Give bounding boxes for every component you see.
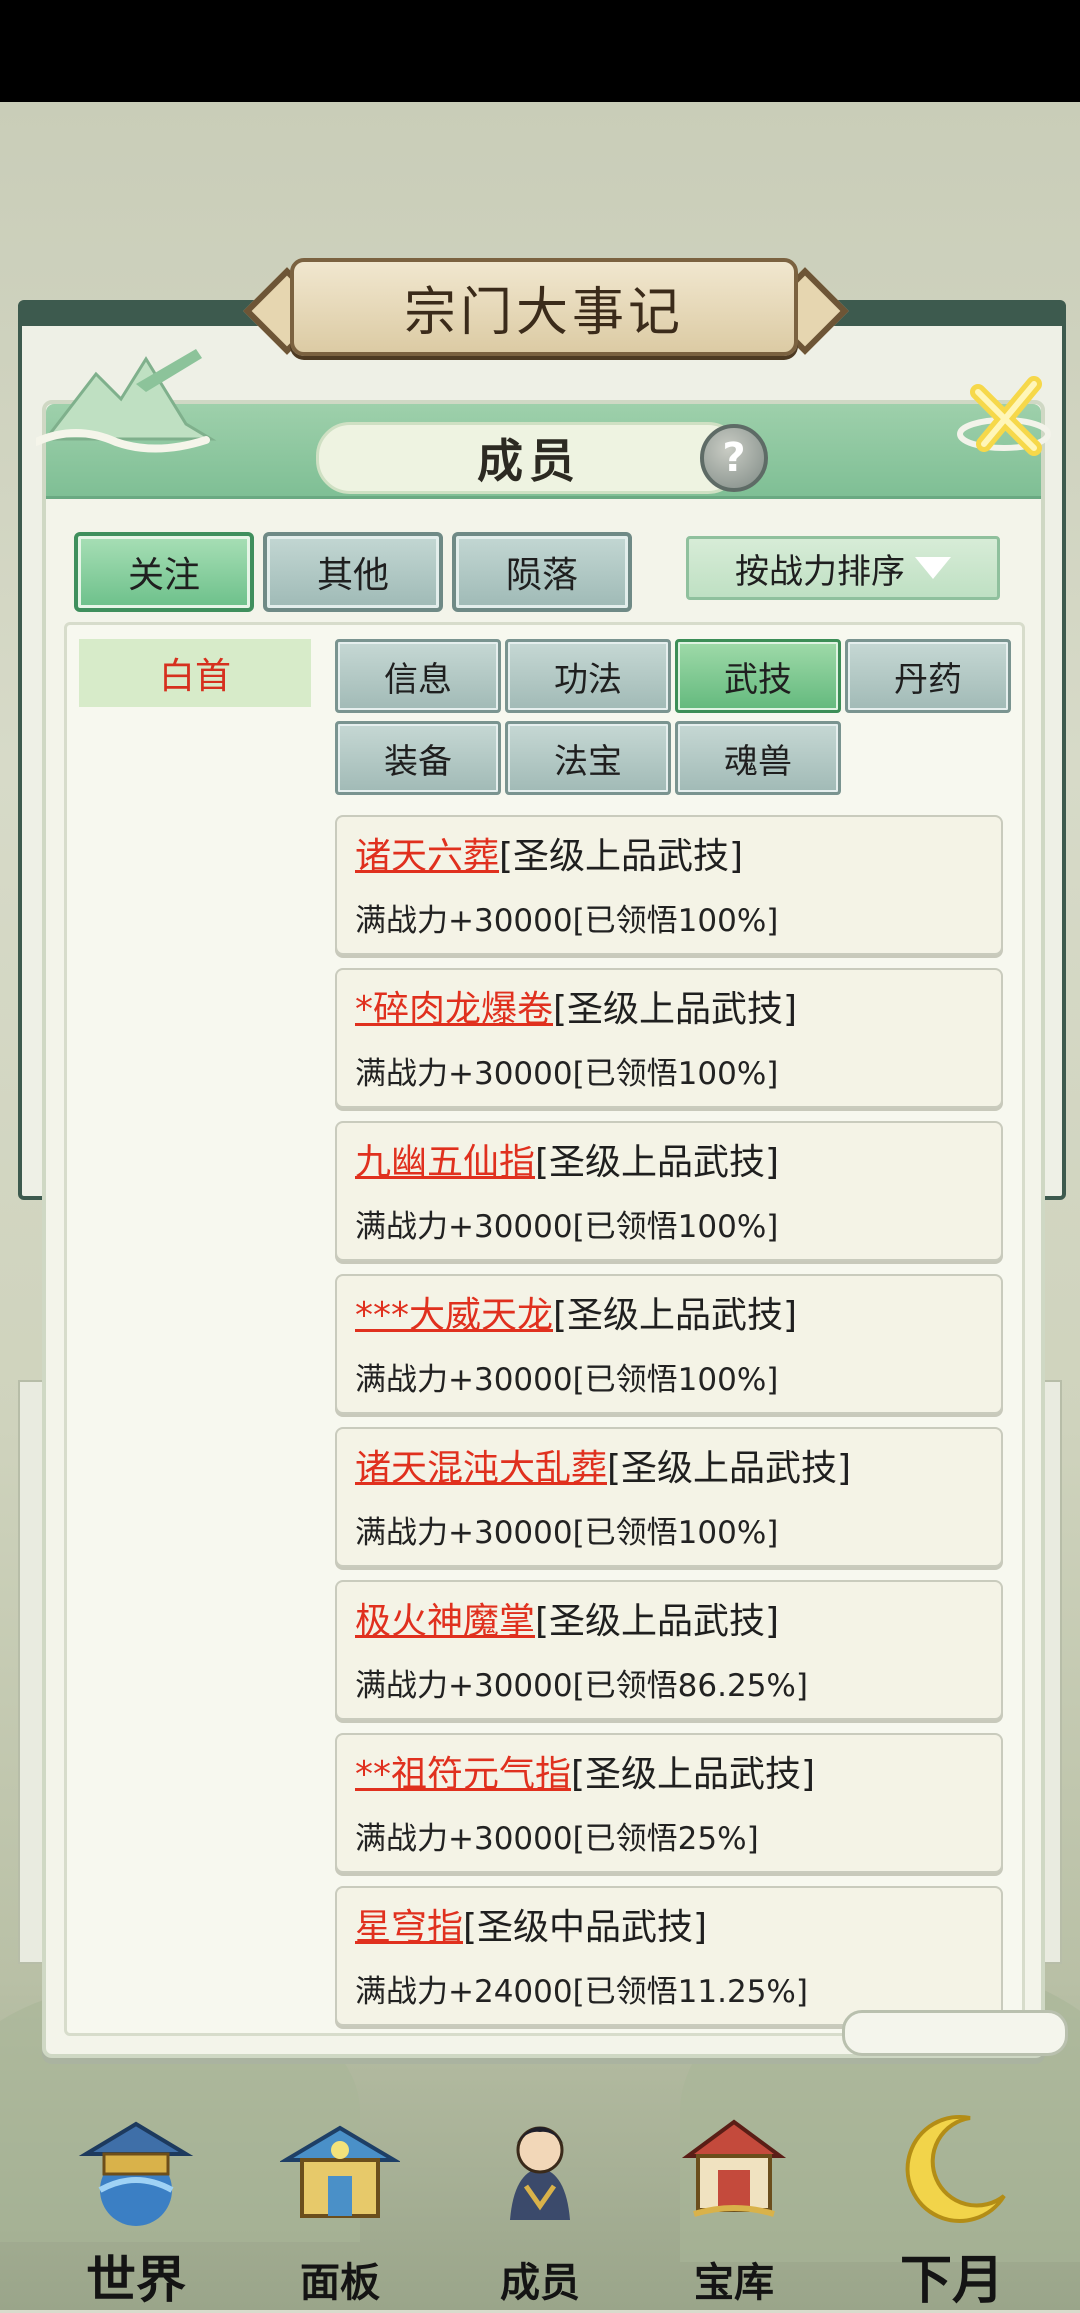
tab-equipment[interactable]: 装备 bbox=[335, 721, 501, 795]
tab-label: 功法 bbox=[554, 659, 622, 700]
tab-label: 丹药 bbox=[894, 659, 962, 700]
skill-card: 诸天混沌大乱葬[圣级上品武技] 满战力+30000[已领悟100%] bbox=[335, 1427, 1003, 1567]
status-bar bbox=[0, 0, 1080, 102]
filter-tab-label: 陨落 bbox=[505, 555, 578, 596]
bottom-nav: 世界 面板 成员 宝库 下月 bbox=[0, 2090, 1080, 2311]
cultivator-icon bbox=[510, 2126, 570, 2220]
skill-grade: [圣级上品武技] bbox=[571, 1754, 816, 1795]
tab-label: 法宝 bbox=[554, 741, 622, 782]
skill-title-line: 诸天混沌大乱葬[圣级上品武技] bbox=[355, 1439, 851, 1491]
tab-martial-skills[interactable]: 武技 bbox=[675, 639, 841, 713]
dropdown-triangle-icon bbox=[915, 557, 951, 579]
filter-tab-others[interactable]: 其他 bbox=[263, 532, 443, 612]
skill-name-link[interactable]: 诸天六葬 bbox=[355, 836, 499, 877]
skill-title-line: ***大威天龙[圣级上品武技] bbox=[355, 1286, 797, 1338]
skill-detail: 满战力+30000[已领悟86.25%] bbox=[355, 1668, 808, 1704]
temple-gate-icon bbox=[280, 2125, 400, 2218]
chronicle-title: 宗门大事记 bbox=[403, 282, 684, 343]
pavilion-globe-icon bbox=[78, 2121, 194, 2226]
sort-dropdown[interactable]: 按战力排序 bbox=[686, 536, 1000, 600]
nav-panel[interactable]: 面板 bbox=[240, 2090, 440, 2310]
skill-title-line: 诸天六葬[圣级上品武技] bbox=[355, 827, 743, 879]
skill-name-link[interactable]: 九幽五仙指 bbox=[355, 1142, 535, 1183]
nav-label: 下月 bbox=[899, 2250, 1004, 2311]
skill-card: 九幽五仙指[圣级上品武技] 满战力+30000[已领悟100%] bbox=[335, 1121, 1003, 1261]
skill-detail: 满战力+30000[已领悟100%] bbox=[355, 1056, 779, 1092]
skill-name-link[interactable]: 星穹指 bbox=[355, 1907, 463, 1948]
nav-label: 面板 bbox=[300, 2259, 380, 2306]
skill-name-link[interactable]: 诸天混沌大乱葬 bbox=[355, 1448, 607, 1489]
nav-treasury[interactable]: 宝库 bbox=[634, 2090, 834, 2310]
treasure-hall-icon bbox=[681, 2119, 787, 2217]
scroll-ornament bbox=[842, 2010, 1068, 2056]
skill-grade: [圣级上品武技] bbox=[553, 1295, 798, 1336]
skill-card: 诸天六葬[圣级上品武技] 满战力+30000[已领悟100%] bbox=[335, 815, 1003, 955]
title-pill: 成员 bbox=[316, 422, 742, 494]
tab-soul-beasts[interactable]: 魂兽 bbox=[675, 721, 841, 795]
nav-members[interactable]: 成员 bbox=[440, 2090, 640, 2310]
skill-grade: [圣级上品武技] bbox=[607, 1448, 852, 1489]
tab-treasures[interactable]: 法宝 bbox=[505, 721, 671, 795]
crescent-moon-icon bbox=[905, 2114, 1006, 2223]
skill-title-line: 九幽五仙指[圣级上品武技] bbox=[355, 1133, 779, 1185]
skill-detail: 满战力+30000[已领悟100%] bbox=[355, 903, 779, 939]
member-detail-panel: 白首 信息 功法 武技 丹药 装备 法宝 魂兽 诸天六葬[圣级上品武技] 满战力… bbox=[64, 622, 1025, 2036]
filter-tab-label: 关注 bbox=[127, 555, 200, 596]
mountain-cloud-icon bbox=[36, 349, 217, 453]
nav-label: 宝库 bbox=[694, 2259, 774, 2306]
sort-label: 按战力排序 bbox=[735, 551, 905, 592]
filter-tab-fallen[interactable]: 陨落 bbox=[452, 532, 632, 612]
skill-title-line: 星穹指[圣级中品武技] bbox=[355, 1898, 707, 1950]
chronicle-banner: 宗门大事记 bbox=[290, 258, 798, 356]
tab-label: 武技 bbox=[724, 659, 792, 700]
skill-card: 星穹指[圣级中品武技] 满战力+24000[已领悟11.25%] bbox=[335, 1886, 1003, 2026]
skill-detail: 满战力+30000[已领悟25%] bbox=[355, 1821, 759, 1857]
members-dialog: 成员 ? 关注 其他 陨落 按战力排序 白首 信息 功法 武技 丹药 装备 法宝… bbox=[36, 349, 1051, 2058]
tab-info[interactable]: 信息 bbox=[335, 639, 501, 713]
skill-title-line: 极火神魔掌[圣级上品武技] bbox=[355, 1592, 779, 1644]
tab-cultivation-method[interactable]: 功法 bbox=[505, 639, 671, 713]
tab-label: 魂兽 bbox=[724, 741, 792, 782]
filter-tab-label: 其他 bbox=[316, 555, 389, 596]
skill-grade: [圣级上品武技] bbox=[499, 836, 744, 877]
skill-title-line: **祖符元气指[圣级上品武技] bbox=[355, 1745, 815, 1797]
skill-name-link[interactable]: 极火神魔掌 bbox=[355, 1601, 535, 1642]
skill-grade: [圣级上品武技] bbox=[535, 1142, 780, 1183]
dialog-title: 成员 bbox=[477, 434, 581, 488]
close-icon[interactable] bbox=[956, 364, 1056, 464]
skill-grade: [圣级中品武技] bbox=[463, 1907, 708, 1948]
skill-name-link[interactable]: ***大威天龙 bbox=[355, 1295, 553, 1336]
help-button[interactable]: ? bbox=[700, 424, 768, 492]
tab-label: 装备 bbox=[384, 741, 452, 782]
tab-pills[interactable]: 丹药 bbox=[845, 639, 1011, 713]
skill-card: 极火神魔掌[圣级上品武技] 满战力+30000[已领悟86.25%] bbox=[335, 1580, 1003, 1720]
nav-label: 成员 bbox=[500, 2259, 580, 2306]
skill-name-link[interactable]: *碎肉龙爆卷 bbox=[355, 989, 553, 1030]
skill-card: **祖符元气指[圣级上品武技] 满战力+30000[已领悟25%] bbox=[335, 1733, 1003, 1873]
skill-title-line: *碎肉龙爆卷[圣级上品武技] bbox=[355, 980, 797, 1032]
skill-detail: 满战力+30000[已领悟100%] bbox=[355, 1209, 779, 1245]
filter-tab-follow[interactable]: 关注 bbox=[74, 532, 254, 612]
nav-label: 世界 bbox=[86, 2250, 186, 2309]
skill-card: ***大威天龙[圣级上品武技] 满战力+30000[已领悟100%] bbox=[335, 1274, 1003, 1414]
skill-detail: 满战力+30000[已领悟100%] bbox=[355, 1515, 779, 1551]
nav-world[interactable]: 世界 bbox=[36, 2090, 236, 2310]
skill-detail: 满战力+24000[已领悟11.25%] bbox=[355, 1974, 808, 2010]
skill-card: *碎肉龙爆卷[圣级上品武技] 满战力+30000[已领悟100%] bbox=[335, 968, 1003, 1108]
nav-next-month[interactable]: 下月 bbox=[852, 2090, 1052, 2311]
skill-grade: [圣级上品武技] bbox=[553, 989, 798, 1030]
member-name-item[interactable]: 白首 bbox=[79, 639, 311, 707]
skill-detail: 满战力+30000[已领悟100%] bbox=[355, 1362, 779, 1398]
skill-name-link[interactable]: **祖符元气指 bbox=[355, 1754, 571, 1795]
tab-label: 信息 bbox=[384, 659, 452, 700]
skill-grade: [圣级上品武技] bbox=[535, 1601, 780, 1642]
